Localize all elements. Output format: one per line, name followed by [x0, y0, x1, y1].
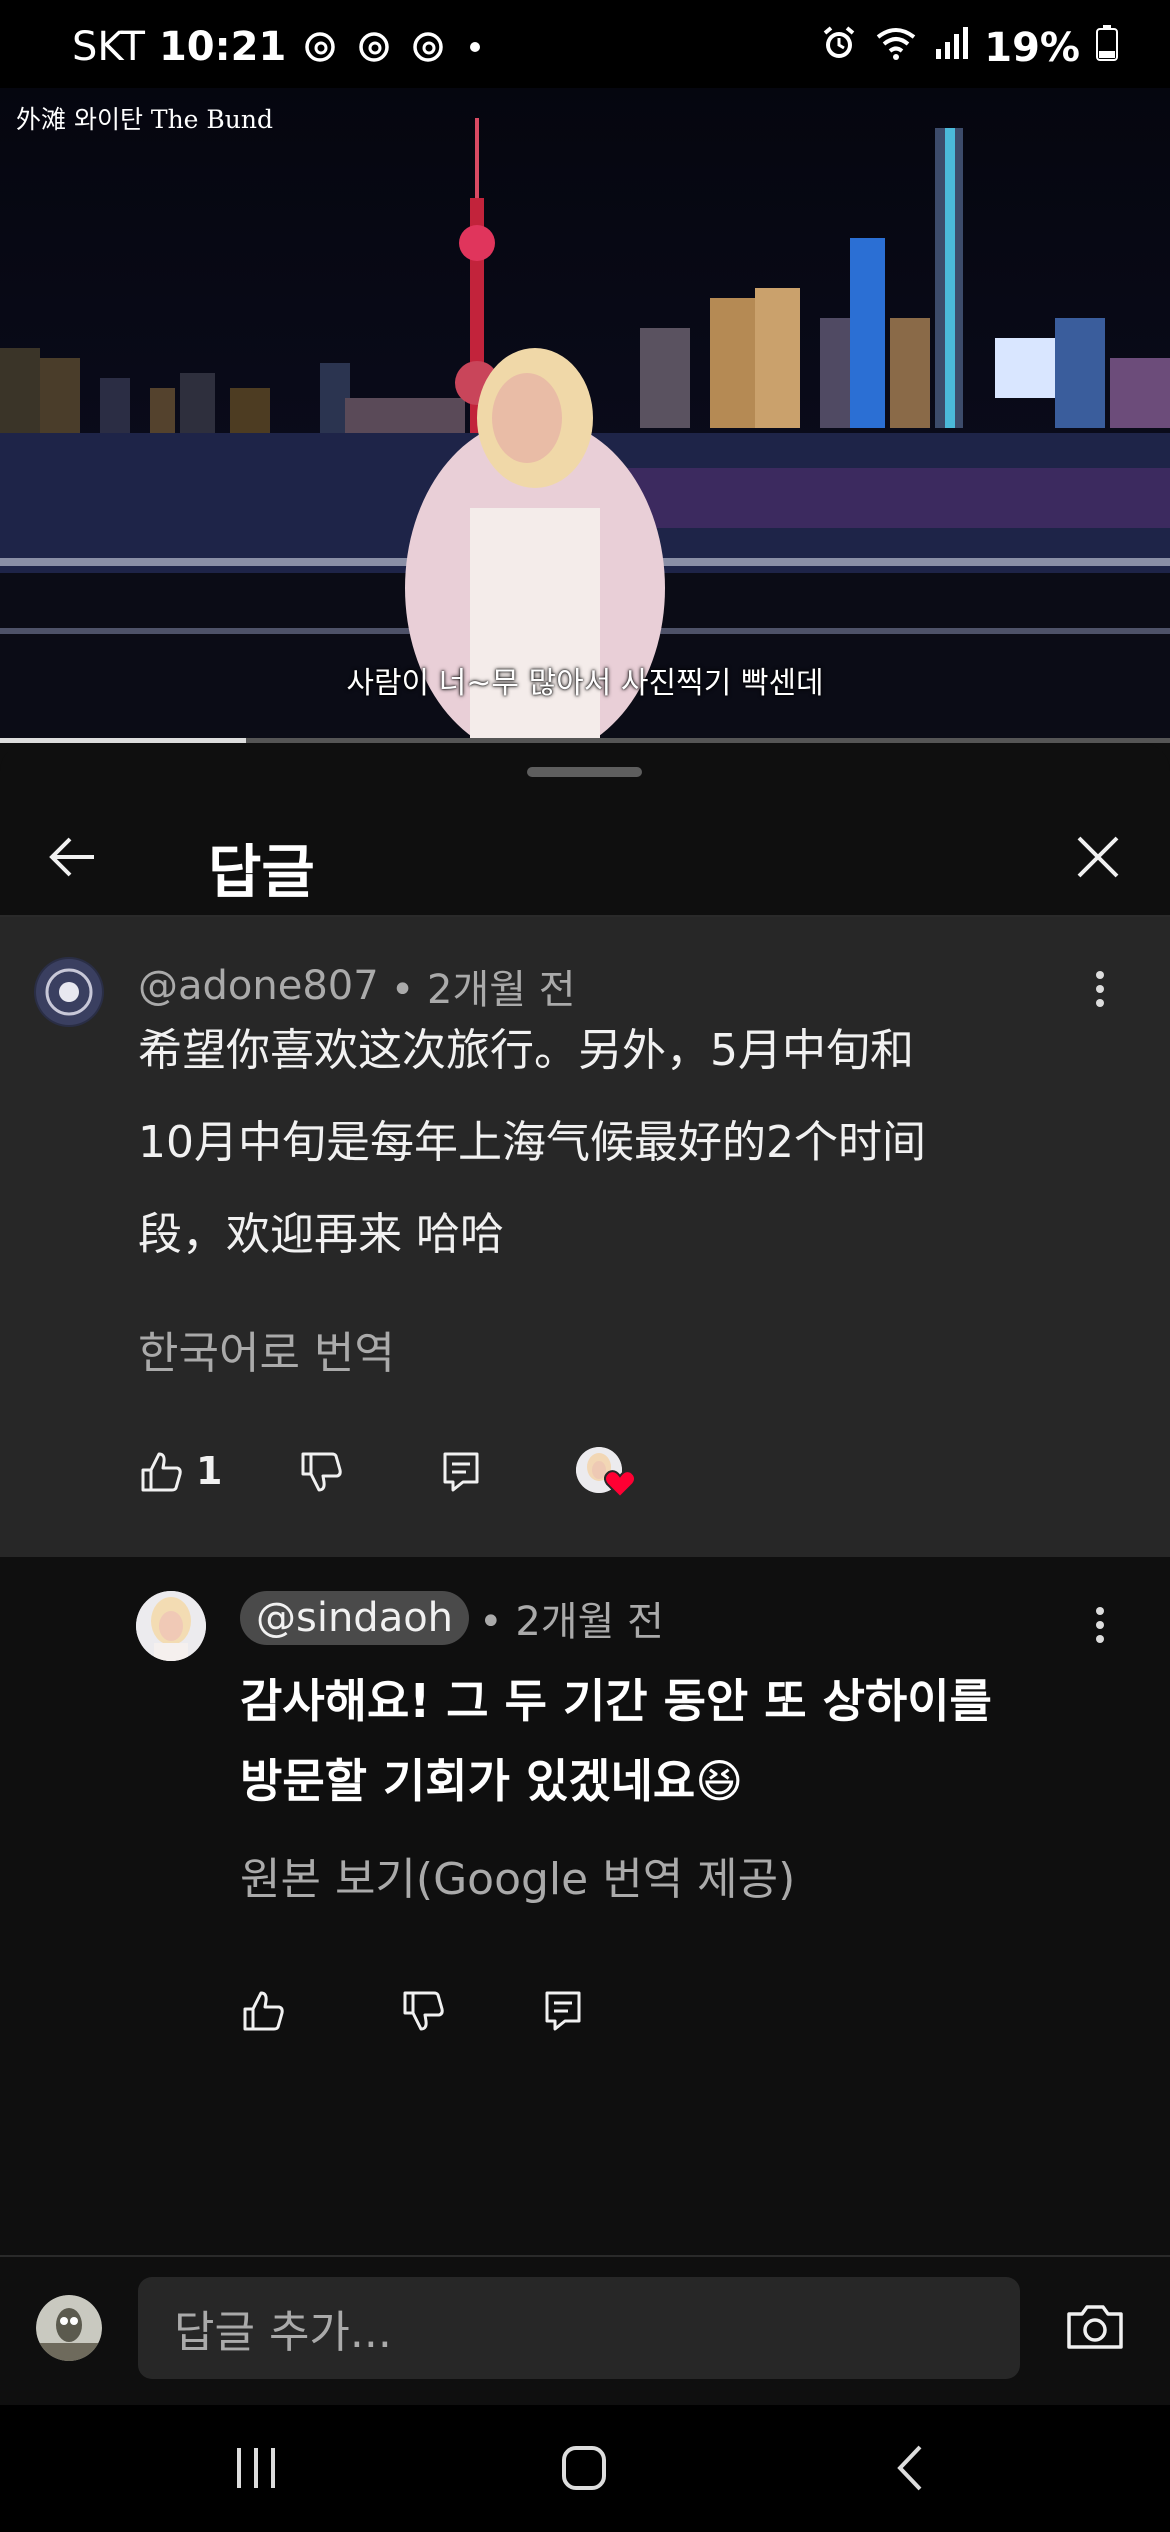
threads-icon: [408, 27, 448, 67]
close-button[interactable]: [1062, 821, 1134, 893]
notification-dot-icon: [470, 42, 481, 52]
thumbs-up-icon: [141, 1452, 182, 1492]
reply-button[interactable]: [538, 1986, 588, 2036]
more-options-button[interactable]: [1080, 959, 1120, 1019]
sheet-header: 답글: [0, 803, 1170, 917]
back-button[interactable]: [36, 821, 108, 893]
my-avatar: [36, 2295, 102, 2361]
like-count: 1: [196, 1449, 223, 1493]
thumbs-up-icon: [243, 1991, 284, 2031]
threads-icon: [354, 27, 394, 67]
heart-icon: [603, 1469, 637, 1503]
comment-text: 希望你喜欢这次旅行。另外，5月中旬和 10月中旬是每年上海气候最好的2个时间 段…: [138, 1005, 926, 1281]
sheet-title: 답글: [208, 838, 315, 906]
drag-handle[interactable]: [527, 767, 642, 777]
recent-apps-button[interactable]: [216, 2433, 296, 2503]
chevron-left-icon: [897, 2445, 922, 2491]
comment-line: 希望你喜欢这次旅行。另外，5月中旬和: [138, 1025, 914, 1076]
more-options-button[interactable]: [1080, 1595, 1120, 1655]
comment-line: 10月中旬是每年上海气候最好的2个时间: [138, 1117, 926, 1168]
video-frame-thumbnail: [0, 118, 1170, 743]
back-nav-button[interactable]: [870, 2433, 950, 2503]
parent-comment: @adone807 • 2개월 전 希望你喜欢这次旅行。另外，5月中旬和 10月…: [0, 917, 1170, 1557]
reply-icon: [545, 1991, 581, 2031]
thumbs-down-icon: [403, 1991, 444, 2031]
dislike-button[interactable]: [398, 1986, 448, 2036]
reply-line: 방문할 기회가 있겠네요😆: [240, 1754, 744, 1808]
alarm-icon: [820, 24, 858, 72]
home-button[interactable]: [544, 2433, 624, 2503]
signal-icon: [934, 25, 969, 71]
battery-percent: 19%: [984, 25, 1080, 71]
reply-input-placeholder: 답글 추가...: [174, 2307, 392, 2358]
wifi-icon: [874, 25, 918, 71]
thumbs-down-icon: [301, 1452, 342, 1492]
reply-text: 감사해요! 그 두 기간 동안 또 상하이를 방문할 기회가 있겠네요😆: [240, 1661, 992, 1821]
translate-link[interactable]: 한국어로 번역: [138, 1317, 395, 1381]
reply-button[interactable]: [436, 1447, 486, 1497]
avatar[interactable]: [136, 1591, 206, 1661]
comment-meta: @sindaoh • 2개월 전: [240, 1589, 664, 1647]
arrow-left-icon: [49, 837, 94, 877]
camera-icon: [1067, 2305, 1123, 2349]
video-caption: 外滩 와이탄 The Bund: [16, 105, 273, 134]
camera-button[interactable]: [1060, 2295, 1130, 2359]
status-bar: SKT 10:21 19%: [0, 0, 1170, 88]
battery-icon: [1096, 25, 1118, 71]
carrier-label: SKT: [72, 24, 145, 70]
like-button[interactable]: [238, 1986, 288, 2036]
threads-icon: [300, 27, 340, 67]
comment-line: 段，欢迎再来 哈哈: [138, 1209, 504, 1260]
view-original-link[interactable]: 원본 보기(Google 번역 제공): [240, 1843, 795, 1907]
reply-input-bar: 답글 추가...: [0, 2255, 1170, 2407]
recent-apps-icon: [237, 2448, 275, 2488]
comment-author[interactable]: @sindaoh: [240, 1591, 470, 1645]
video-subtitle: 사람이 너~무 많아서 사진찍기 빡센데: [346, 666, 824, 701]
avatar[interactable]: [34, 957, 104, 1027]
dislike-button[interactable]: [296, 1447, 346, 1497]
reply-line: 감사해요! 그 두 기간 동안 또 상하이를: [240, 1674, 992, 1728]
system-navigation-bar: [0, 2405, 1170, 2532]
video-player[interactable]: 外滩 와이탄 The Bund 사람이 너~무 많아서 사진찍기 빡센데: [0, 88, 1170, 743]
comment-age: • 2개월 전: [479, 1599, 664, 1645]
reply-input[interactable]: 답글 추가...: [138, 2277, 1020, 2379]
home-icon: [562, 2446, 606, 2490]
clock: 10:21: [158, 24, 287, 70]
comment-author[interactable]: @adone807: [138, 963, 379, 1009]
like-button[interactable]: [136, 1447, 186, 1497]
close-icon: [1077, 836, 1119, 878]
reply-icon: [443, 1452, 479, 1492]
